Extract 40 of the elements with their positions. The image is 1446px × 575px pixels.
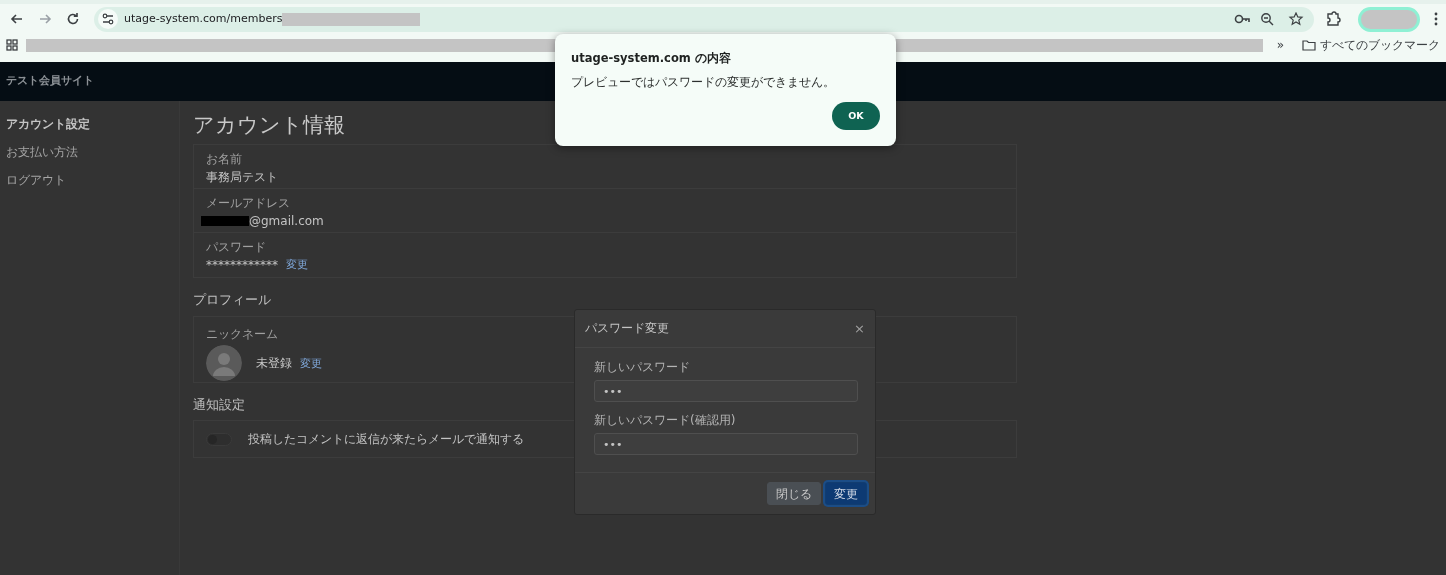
address-bar[interactable]: utage-system.com/members (94, 6, 1314, 32)
apps-grid-icon[interactable] (6, 39, 18, 51)
section-heading: 通知設定 (193, 396, 245, 413)
field-value: ************ (206, 257, 278, 275)
field-label: 新しいパスワード(確認用) (594, 412, 736, 429)
menu-icon[interactable] (1432, 11, 1440, 27)
folder-icon[interactable] (1302, 39, 1316, 51)
sidebar-item[interactable]: ログアウト (6, 171, 66, 189)
ok-button[interactable]: OK (832, 102, 880, 130)
field-label: お名前 (206, 151, 242, 169)
close-button[interactable]: 閉じる (767, 482, 821, 505)
avatar-icon (206, 344, 242, 381)
alert-title: utage-system.com の内容 (571, 50, 732, 67)
url-text: utage-system.com/members (124, 10, 283, 27)
field-value: 事務局テスト (206, 169, 278, 187)
key-icon[interactable] (1234, 13, 1250, 25)
more-bookmarks-chevron[interactable]: » (1276, 36, 1284, 54)
site-title[interactable]: テスト会員サイト (6, 73, 94, 90)
modal-title: パスワード変更 (585, 321, 669, 336)
sidebar-item[interactable]: お支払い方法 (6, 143, 78, 161)
close-button[interactable]: × (854, 318, 865, 339)
page-heading: アカウント情報 (193, 113, 345, 139)
field-label: 新しいパスワード (594, 359, 690, 376)
field-value: @gmail.com (249, 213, 324, 231)
nickname-value: 未登録 (256, 355, 292, 370)
site-settings-icon[interactable] (98, 9, 118, 29)
field-label: ニックネーム (206, 325, 278, 343)
change-link[interactable]: 変更 (300, 356, 322, 370)
star-icon[interactable] (1286, 12, 1306, 26)
section-heading: プロフィール (193, 292, 271, 308)
alert-message: プレビューではパスワードの変更ができません。 (571, 74, 835, 92)
change-link[interactable]: 変更 (286, 256, 308, 274)
field-label: パスワード (206, 239, 266, 257)
change-button[interactable]: 変更 (825, 482, 867, 505)
notification-label: 投稿したコメントに返信が来たらメールで通知する (248, 431, 524, 449)
password-field[interactable]: ••• (594, 433, 858, 455)
bookmarks-folder-label[interactable]: すべてのブックマーク (1320, 36, 1440, 54)
sidebar-item[interactable]: アカウント設定 (6, 115, 90, 133)
password-field[interactable]: ••• (594, 380, 858, 402)
field-label: メールアドレス (206, 195, 290, 213)
